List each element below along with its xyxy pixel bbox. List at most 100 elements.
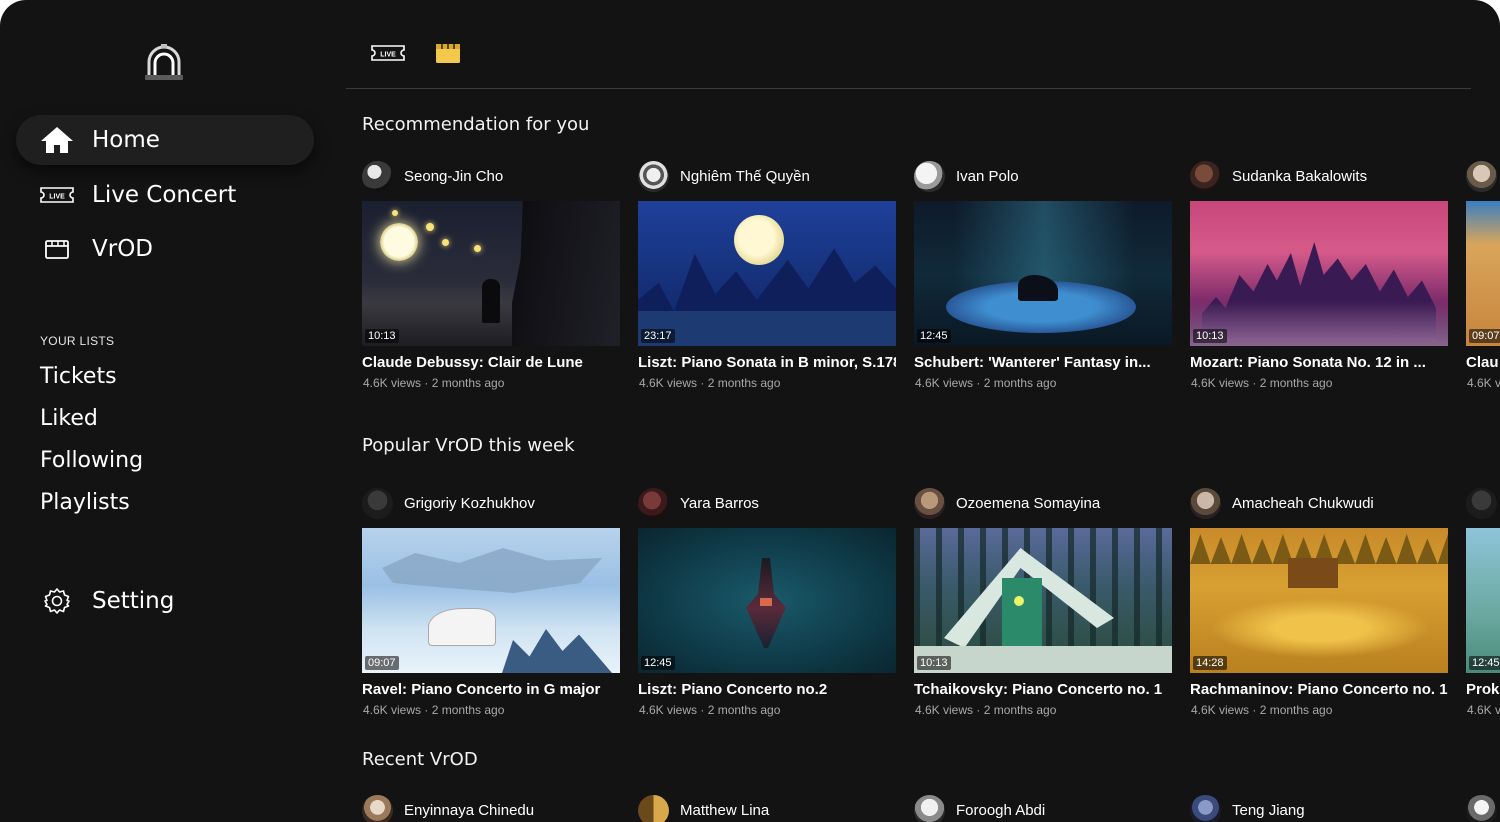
video-card[interactable]: Yara Barros 12:45 Liszt: Piano Concerto … — [638, 487, 896, 717]
video-title[interactable]: Liszt: Piano Concerto no.2 — [638, 681, 896, 698]
video-meta: 4.6K views · 2 months ago — [915, 376, 1057, 390]
nav-label: VrOD — [92, 236, 154, 262]
piano-shape — [512, 201, 620, 346]
cabin-door — [1002, 578, 1042, 648]
cabin — [1288, 558, 1338, 588]
video-card[interactable]: Sudanka Bakalowits 10:13 Mozart: Piano S… — [1190, 160, 1448, 390]
author-name: Matthew Lina — [680, 801, 770, 819]
video-title[interactable]: Claude Debussy: Clair de Lune — [362, 354, 620, 371]
video-title[interactable]: Clau — [1466, 354, 1500, 371]
video-thumbnail[interactable]: 12:45 — [914, 201, 1172, 346]
video-duration: 10:13 — [917, 656, 951, 670]
author-name: Nghiêm Thế Quyền — [680, 167, 810, 185]
nav-item-home[interactable]: Home — [16, 115, 314, 165]
video-duration: 12:45 — [641, 656, 675, 670]
avatar — [362, 794, 393, 822]
pianist-shape — [482, 279, 500, 323]
video-card[interactable]: 09:07 Clau 4.6K v — [1466, 160, 1500, 390]
video-thumbnail[interactable]: 09:07 — [1466, 201, 1500, 346]
video-thumbnail[interactable]: 10:13 — [362, 201, 620, 346]
mist — [1190, 301, 1448, 346]
author-row[interactable] — [1466, 160, 1497, 192]
svg-text:LIVE: LIVE — [380, 52, 396, 59]
video-meta: 4.6K views · 2 months ago — [915, 703, 1057, 717]
moon-shape — [734, 215, 784, 265]
list-link-liked[interactable]: Liked — [40, 406, 98, 431]
video-thumbnail[interactable]: 23:17 — [638, 201, 896, 346]
avatar — [1190, 794, 1221, 822]
author-row[interactable]: Ozoemena Somayina — [914, 487, 1100, 519]
author-row[interactable]: Amacheah Chukwudi — [1190, 487, 1374, 519]
video-card[interactable]: Amacheah Chukwudi 14:28 Rachmaninov: Pia… — [1190, 487, 1448, 717]
nav-label: Setting — [92, 588, 175, 614]
moon-shape — [380, 223, 418, 261]
section-title-recent-vrod: Recent VrOD — [362, 749, 478, 770]
video-thumbnail[interactable]: 10:13 — [1190, 201, 1448, 346]
video-duration: 12:45 — [1469, 656, 1500, 670]
list-link-tickets[interactable]: Tickets — [40, 364, 117, 389]
author-row[interactable] — [1466, 794, 1497, 822]
clapperboard-icon[interactable] — [435, 42, 461, 64]
ice-rocks — [502, 629, 612, 673]
video-card[interactable]: Matthew Lina — [638, 794, 896, 822]
author-row[interactable] — [1466, 487, 1497, 519]
nav-item-setting[interactable]: Setting — [16, 576, 314, 626]
nav-item-vrod[interactable]: VrOD — [16, 224, 314, 274]
author-row[interactable]: Grigoriy Kozhukhov — [362, 487, 535, 519]
list-link-playlists[interactable]: Playlists — [40, 490, 130, 515]
video-meta: 4.6K views · 2 months ago — [1191, 376, 1333, 390]
video-thumbnail[interactable]: 12:45 — [638, 528, 896, 673]
author-name: Amacheah Chukwudi — [1232, 494, 1374, 512]
video-card[interactable]: Ozoemena Somayina 10:13 Tchaikovsky: Pia… — [914, 487, 1172, 717]
video-card[interactable]: Enyinnaya Chinedu — [362, 794, 620, 822]
video-card[interactable]: Seong-Jin Cho 10:13 Claude Debussy: Clai… — [362, 160, 620, 390]
author-name: Ozoemena Somayina — [956, 494, 1101, 512]
avatar — [362, 487, 393, 519]
video-title[interactable]: Prok — [1466, 681, 1500, 698]
video-duration: 09:07 — [1469, 329, 1500, 343]
svg-text:LIVE: LIVE — [49, 194, 65, 201]
hill-light — [1210, 598, 1430, 658]
video-title[interactable]: Mozart: Piano Sonata No. 12 in ... — [1190, 354, 1448, 371]
video-thumbnail[interactable]: 10:13 — [914, 528, 1172, 673]
author-row[interactable]: Nghiêm Thế Quyền — [638, 160, 810, 192]
author-row[interactable]: Seong-Jin Cho — [362, 160, 503, 192]
live-ticket-icon: LIVE — [38, 180, 76, 210]
app-window: Home LIVE Live Concert VrOD YOUR LISTS T… — [0, 0, 1500, 822]
author-row[interactable]: Yara Barros — [638, 487, 759, 519]
your-lists-heading: YOUR LISTS — [40, 334, 115, 348]
video-card[interactable]: Grigoriy Kozhukhov 09:07 Ravel: Piano Co… — [362, 487, 620, 717]
video-thumbnail[interactable]: 14:28 — [1190, 528, 1448, 673]
video-meta: 4.6K views · 2 months ago — [639, 376, 781, 390]
video-meta: 4.6K views · 2 months ago — [1191, 703, 1333, 717]
video-card[interactable]: Teng Jiang — [1190, 794, 1448, 822]
gear-icon — [38, 586, 76, 616]
video-title[interactable]: Liszt: Piano Sonata in B minor, S.178 — [638, 354, 896, 371]
avatar — [914, 487, 945, 519]
video-card[interactable] — [1466, 794, 1500, 822]
video-title[interactable]: Rachmaninov: Piano Concerto no. 1 — [1190, 681, 1448, 698]
nav-item-live-concert[interactable]: LIVE Live Concert — [16, 170, 314, 220]
author-row[interactable]: Teng Jiang — [1190, 794, 1305, 822]
author-name: Seong-Jin Cho — [404, 167, 504, 185]
video-meta: 4.6K views · 2 months ago — [363, 376, 505, 390]
author-name: Grigoriy Kozhukhov — [404, 494, 535, 512]
video-title[interactable]: Schubert: 'Wanterer' Fantasy in... — [914, 354, 1172, 371]
video-thumbnail[interactable]: 12:45 — [1466, 528, 1500, 673]
author-row[interactable]: Foroogh Abdi — [914, 794, 1045, 822]
home-icon — [38, 125, 76, 155]
video-title[interactable]: Tchaikovsky: Piano Concerto no. 1 — [914, 681, 1172, 698]
video-card[interactable]: 12:45 Prok 4.6K v — [1466, 487, 1500, 717]
video-card[interactable]: Foroogh Abdi — [914, 794, 1172, 822]
author-row[interactable]: Matthew Lina — [638, 794, 769, 822]
arch-logo-icon[interactable] — [143, 42, 185, 82]
video-title[interactable]: Ravel: Piano Concerto in G major — [362, 681, 620, 698]
author-row[interactable]: Sudanka Bakalowits — [1190, 160, 1367, 192]
video-thumbnail[interactable]: 09:07 — [362, 528, 620, 673]
author-row[interactable]: Ivan Polo — [914, 160, 1019, 192]
live-ticket-icon[interactable]: LIVE — [370, 44, 406, 62]
author-row[interactable]: Enyinnaya Chinedu — [362, 794, 534, 822]
video-card[interactable]: Nghiêm Thế Quyền 23:17 Liszt: Piano Sona… — [638, 160, 896, 390]
video-card[interactable]: Ivan Polo 12:45 Schubert: 'Wanterer' Fan… — [914, 160, 1172, 390]
list-link-following[interactable]: Following — [40, 448, 143, 473]
